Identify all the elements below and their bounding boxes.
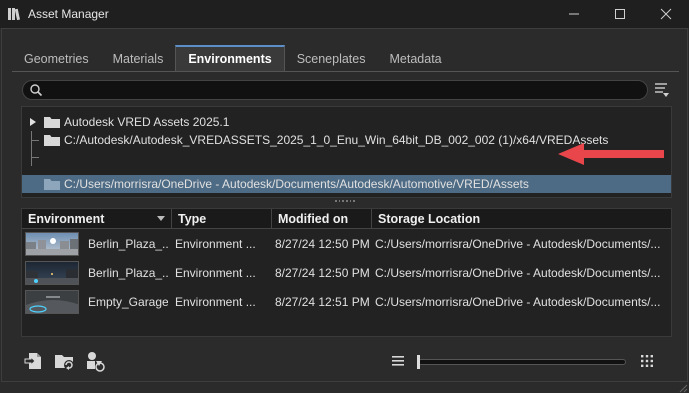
tree-item-label: C:/Users/morrisra/OneDrive - Autodesk/Do… (64, 177, 529, 191)
environment-thumbnail (25, 261, 79, 285)
column-header-modified[interactable]: Modified on (272, 209, 372, 229)
filter-list-icon[interactable] (654, 81, 670, 99)
tree-item-label: C:/Autodesk/Autodesk_VREDASSETS_2025_1_0… (64, 133, 609, 147)
tab-sceneplates[interactable]: Sceneplates (285, 45, 378, 71)
tab-materials[interactable]: Materials (101, 45, 176, 71)
chevron-right-icon[interactable] (28, 117, 38, 127)
table-row[interactable]: Empty_Garage Environment ... 8/27/24 12:… (22, 288, 671, 316)
import-file-icon[interactable] (24, 350, 46, 372)
table-row[interactable]: Berlin_Plaza_... Environment ... 8/27/24… (22, 259, 671, 287)
cell-storage: C:/Users/morrisra/OneDrive - Autodesk/Do… (375, 295, 661, 309)
column-header-environment[interactable]: Environment (22, 209, 172, 229)
column-header-storage[interactable]: Storage Location (372, 209, 671, 229)
tree-item-onedrive-assets[interactable]: C:/Users/morrisra/OneDrive - Autodesk/Do… (22, 175, 671, 193)
tree-item-label: Autodesk VRED Assets 2025.1 (64, 115, 230, 129)
cell-environment: Empty_Garage (88, 295, 168, 309)
cell-type: Environment ... (175, 266, 256, 280)
folder-icon (44, 179, 60, 190)
cell-type: Environment ... (175, 295, 256, 309)
minimize-button[interactable] (551, 0, 597, 28)
tree-branch-line (31, 157, 39, 158)
tab-geometries[interactable]: Geometries (12, 45, 101, 71)
cell-storage: C:/Users/morrisra/OneDrive - Autodesk/Do… (375, 237, 661, 251)
cell-storage: C:/Users/morrisra/OneDrive - Autodesk/Do… (375, 266, 661, 280)
cell-modified: 8/27/24 12:50 PM (275, 237, 370, 251)
grid-view-icon[interactable] (640, 354, 654, 368)
table-header: Environment Type Modified on Storage Loc… (22, 209, 671, 229)
tab-environments[interactable]: Environments (175, 45, 285, 71)
splitter-handle[interactable] (335, 200, 356, 204)
environments-table: Environment Type Modified on Storage Loc… (21, 208, 672, 337)
annotation-arrow-icon (558, 143, 668, 165)
cell-environment: Berlin_Plaza_... (88, 237, 168, 251)
search-input[interactable] (22, 80, 648, 100)
tab-bar: Geometries Materials Environments Scenep… (12, 45, 454, 71)
column-header-type[interactable]: Type (172, 209, 272, 229)
cell-modified: 8/27/24 12:50 PM (275, 266, 370, 280)
sync-assets-icon[interactable] (84, 350, 106, 372)
list-view-icon[interactable] (391, 355, 405, 367)
window-title: Asset Manager (28, 7, 109, 21)
table-row[interactable]: Berlin_Plaza_... Environment ... 8/27/24… (22, 230, 671, 258)
tab-divider (12, 71, 679, 72)
environment-thumbnail (25, 232, 79, 256)
environment-thumbnail (25, 290, 79, 314)
close-button[interactable] (643, 0, 689, 28)
sort-down-icon (157, 216, 165, 221)
resize-grip-icon[interactable] (676, 382, 688, 393)
maximize-button[interactable] (597, 0, 643, 28)
tab-metadata[interactable]: Metadata (378, 45, 454, 71)
column-label: Environment (28, 212, 105, 226)
cell-type: Environment ... (175, 237, 256, 251)
title-bar: Asset Manager (0, 0, 689, 28)
asset-manager-panel: Geometries Materials Environments Scenep… (1, 28, 688, 382)
search-icon (29, 83, 43, 100)
app-books-icon (0, 0, 28, 28)
refresh-folder-icon[interactable] (54, 350, 76, 372)
folder-icon (44, 117, 60, 128)
cell-environment: Berlin_Plaza_... (88, 266, 168, 280)
tree-item-vred-assets-2025[interactable]: Autodesk VRED Assets 2025.1 (22, 113, 671, 131)
bottom-toolbar (2, 347, 689, 381)
folder-icon (44, 135, 60, 146)
cell-modified: 8/27/24 12:51 PM (275, 295, 370, 309)
thumbnail-size-slider[interactable] (418, 359, 626, 365)
slider-handle[interactable] (417, 355, 420, 369)
